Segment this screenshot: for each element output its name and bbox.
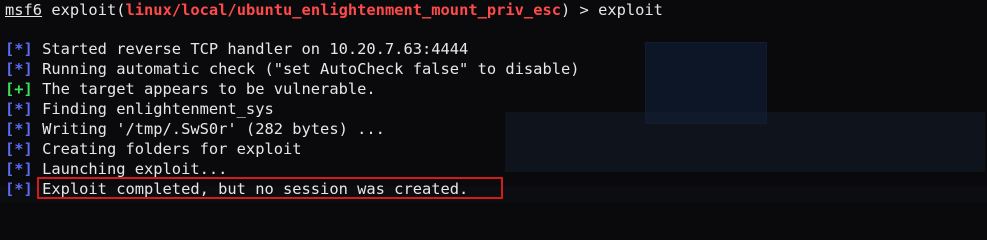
status-marker: [*] (5, 160, 33, 178)
status-marker: [*] (5, 120, 33, 138)
output-text: Exploit completed, but no session was cr… (32, 180, 469, 198)
prompt-suffix: ) > (561, 1, 599, 19)
prompt-exploit-word: exploit( (51, 1, 126, 19)
status-marker: [*] (5, 140, 33, 158)
prompt-line: msf6 exploit(linux/local/ubuntu_enlighte… (5, 0, 663, 20)
output-line-folders: [*] Creating folders for exploit (5, 139, 302, 159)
output-text: Running automatic check ("set AutoCheck … (32, 60, 580, 78)
output-line-launching: [*] Launching exploit... (5, 159, 227, 179)
status-marker: [*] (5, 60, 33, 78)
output-text: Started reverse TCP handler on 10.20.7.6… (32, 40, 469, 58)
output-line-vulnerable: [+] The target appears to be vulnerable. (5, 79, 376, 99)
status-marker: [*] (5, 40, 33, 58)
output-text: Creating folders for exploit (32, 140, 302, 158)
status-marker: [*] (5, 180, 33, 198)
prompt-module-path: linux/local/ubuntu_enlightenment_mount_p… (125, 1, 562, 19)
output-line-finding: [*] Finding enlightenment_sys (5, 99, 274, 119)
success-marker: [+] (5, 80, 33, 98)
output-line-autocheck: [*] Running automatic check ("set AutoCh… (5, 59, 580, 79)
output-text: The target appears to be vulnerable. (32, 80, 376, 98)
output-text: Finding enlightenment_sys (32, 100, 274, 118)
output-line-handler: [*] Started reverse TCP handler on 10.20… (5, 39, 468, 59)
status-marker: [*] (5, 100, 33, 118)
terminal-window[interactable]: msf6 exploit(linux/local/ubuntu_enlighte… (0, 0, 987, 203)
prompt-command: exploit (598, 1, 663, 19)
output-line-writing: [*] Writing '/tmp/.SwS0r' (282 bytes) ..… (5, 119, 385, 139)
output-line-completed: [*] Exploit completed, but no session wa… (5, 179, 468, 199)
output-text: Writing '/tmp/.SwS0r' (282 bytes) ... (32, 120, 385, 138)
prompt-user: msf6 (5, 1, 43, 19)
output-text: Launching exploit... (32, 160, 228, 178)
